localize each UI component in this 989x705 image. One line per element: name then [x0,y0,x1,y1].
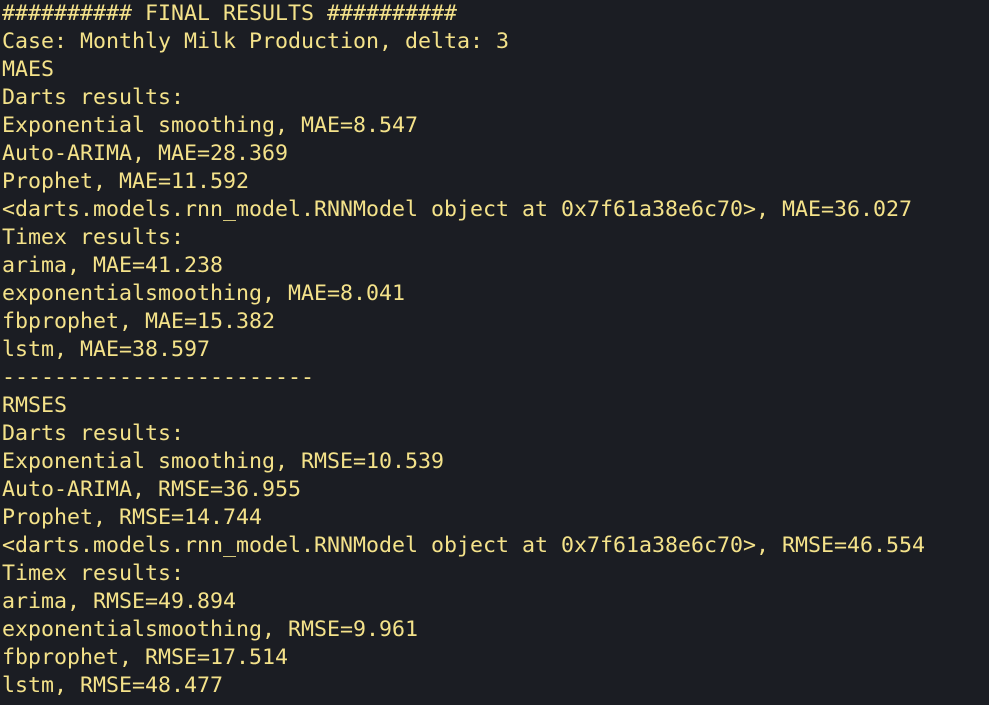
timex-results-heading: Timex results: [2,225,185,250]
result-line: Exponential smoothing, MAE=8.547 [2,113,419,138]
result-line: arima, RMSE=49.894 [2,589,237,614]
result-line: exponentialsmoothing, RMSE=9.961 [2,617,419,642]
result-line: lstm, MAE=38.597 [2,337,211,362]
result-line: Prophet, MAE=11.592 [2,169,250,194]
case-line: Case: Monthly Milk Production, delta: 3 [2,29,510,54]
timex-results-heading: Timex results: [2,561,185,586]
result-line: fbprophet, RMSE=17.514 [2,645,289,670]
darts-results-heading: Darts results: [2,421,185,446]
result-line: arima, MAE=41.238 [2,253,224,278]
rmses-section-title: RMSES [2,393,68,418]
result-line: lstm, RMSE=48.477 [2,673,224,698]
result-line: fbprophet, MAE=15.382 [2,309,276,334]
result-line: <darts.models.rnn_model.RNNModel object … [2,197,913,222]
result-line: <darts.models.rnn_model.RNNModel object … [2,533,926,558]
result-line: Exponential smoothing, RMSE=10.539 [2,449,445,474]
result-line: Auto-ARIMA, MAE=28.369 [2,141,289,166]
result-line: Prophet, RMSE=14.744 [2,505,263,530]
terminal-output[interactable]: ########## FINAL RESULTS ########## Case… [0,0,989,705]
separator-line: ------------------------ [2,365,315,390]
result-line: Auto-ARIMA, RMSE=36.955 [2,477,302,502]
darts-results-heading: Darts results: [2,85,185,110]
result-line: exponentialsmoothing, MAE=8.041 [2,281,406,306]
results-header-line: ########## FINAL RESULTS ########## [2,1,458,26]
maes-section-title: MAES [2,57,55,82]
